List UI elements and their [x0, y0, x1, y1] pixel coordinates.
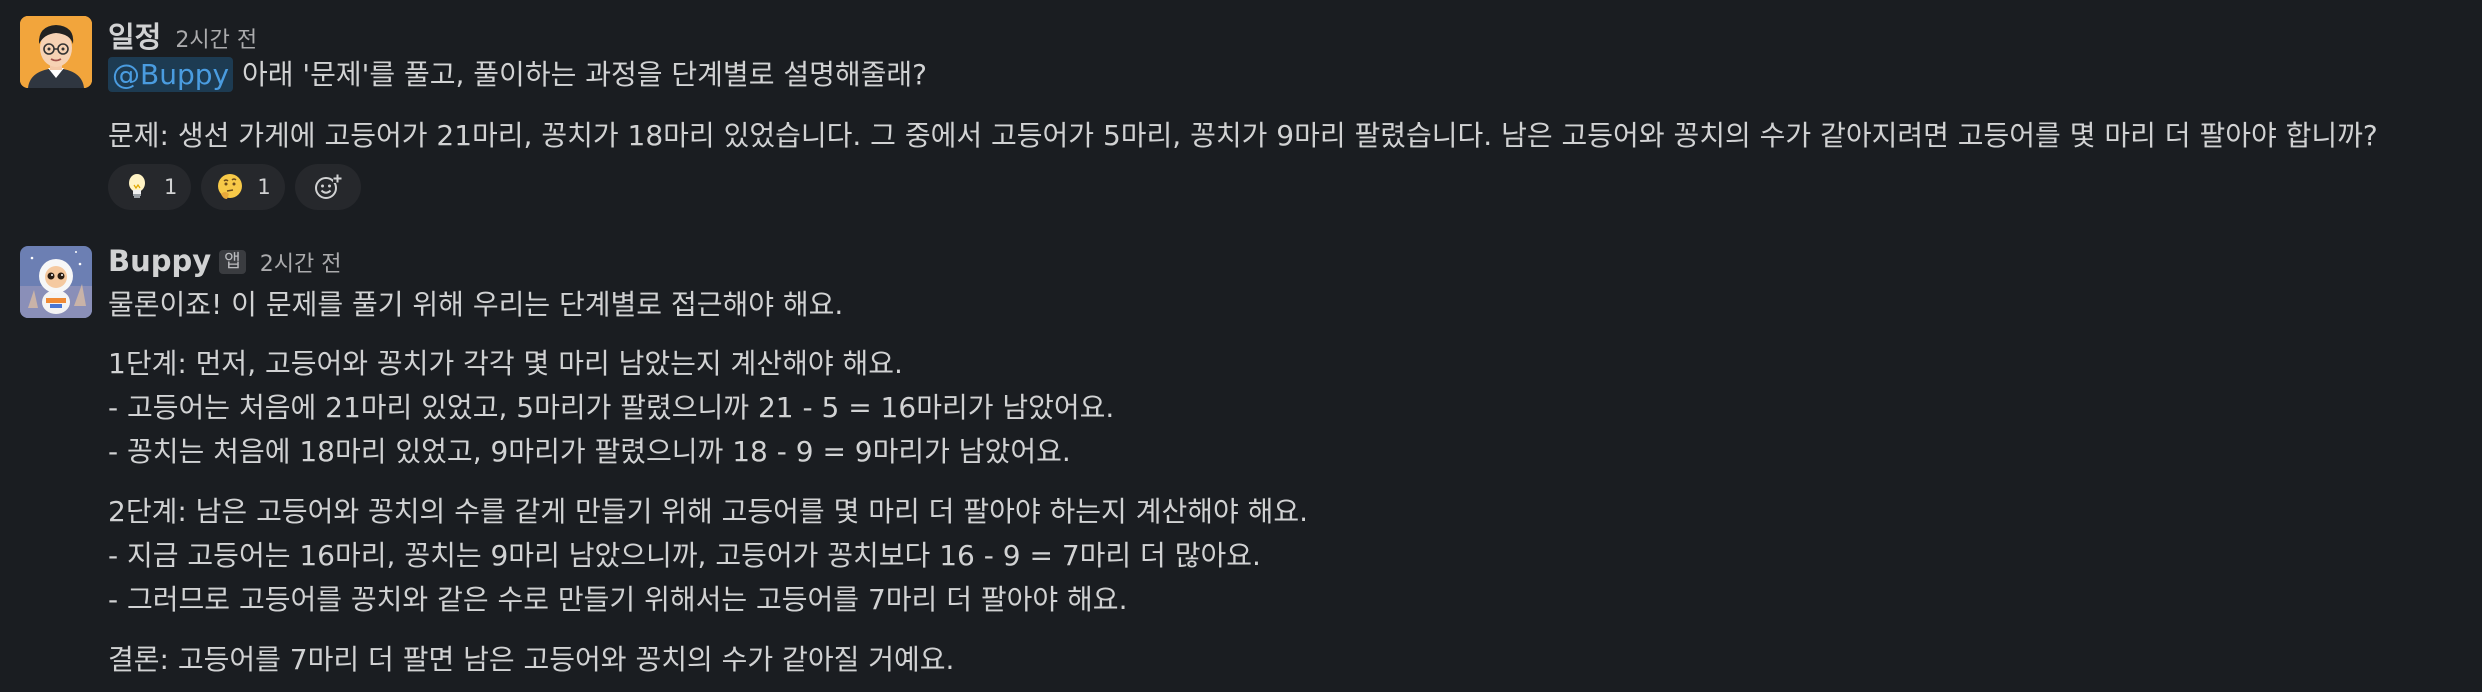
- reply-line: 2단계: 남은 고등어와 꽁치의 수를 같게 만들기 위해 고등어를 몇 마리 …: [108, 495, 1309, 528]
- astronaut-avatar-icon: [20, 246, 92, 318]
- author-name[interactable]: 일정: [108, 14, 161, 56]
- reply-line: - 지금 고등어는 16마리, 꽁치는 9마리 남았으니까, 고등어가 꽁치보다…: [108, 539, 1261, 572]
- message-header: Buppy 앱 2시간 전: [108, 244, 341, 278]
- thinking-face-icon: [218, 174, 243, 199]
- problem-text: 문제: 생선 가게에 고등어가 21마리, 꽁치가 18마리 있었습니다. 그 …: [108, 119, 2378, 152]
- request-text: 아래 '문제'를 풀고, 풀이하는 과정을 단계별로 설명해줄래?: [233, 58, 928, 91]
- reaction-bar: 1 1: [108, 164, 361, 210]
- reply-line: 결론: 고등어를 7마리 더 팔면 남은 고등어와 꽁치의 수가 같아질 거예요…: [108, 643, 955, 676]
- timestamp[interactable]: 2시간 전: [260, 246, 342, 278]
- user-avatar[interactable]: [20, 16, 92, 88]
- app-badge: 앱: [219, 250, 246, 274]
- reply-line: 1단계: 먼저, 고등어와 꽁치가 각각 몇 마리 남았는지 계산해야 해요.: [108, 347, 903, 380]
- author-name[interactable]: Buppy: [108, 244, 211, 278]
- reaction-count: 1: [164, 175, 178, 199]
- reaction-thinking[interactable]: 1: [201, 164, 285, 210]
- reply-line: - 그러므로 고등어를 꽁치와 같은 수로 만들기 위해서는 고등어를 7마리 …: [108, 583, 1128, 616]
- message-request-line: @Buppy 아래 '문제'를 풀고, 풀이하는 과정을 단계별로 설명해줄래?: [108, 55, 927, 95]
- add-reaction-button[interactable]: [294, 164, 361, 210]
- reply-line: 물론이죠! 이 문제를 풀기 위해 우리는 단계별로 접근해야 해요.: [108, 288, 844, 321]
- reaction-count: 1: [257, 175, 271, 199]
- reply-line: - 고등어는 처음에 21마리 있었고, 5마리가 팔렸으니까 21 - 5 =…: [108, 391, 1115, 424]
- bot-avatar[interactable]: [20, 246, 92, 318]
- reply-line: - 꽁치는 처음에 18마리 있었고, 9마리가 팔렸으니까 18 - 9 = …: [108, 435, 1071, 468]
- user-mention[interactable]: @Buppy: [108, 57, 234, 92]
- lightbulb-icon: [129, 174, 145, 198]
- message-header: 일정 2시간 전: [108, 14, 257, 56]
- add-reaction-icon: [314, 174, 342, 199]
- reaction-lightbulb[interactable]: 1: [108, 164, 192, 210]
- person-avatar-icon: [20, 16, 92, 88]
- timestamp[interactable]: 2시간 전: [175, 22, 257, 54]
